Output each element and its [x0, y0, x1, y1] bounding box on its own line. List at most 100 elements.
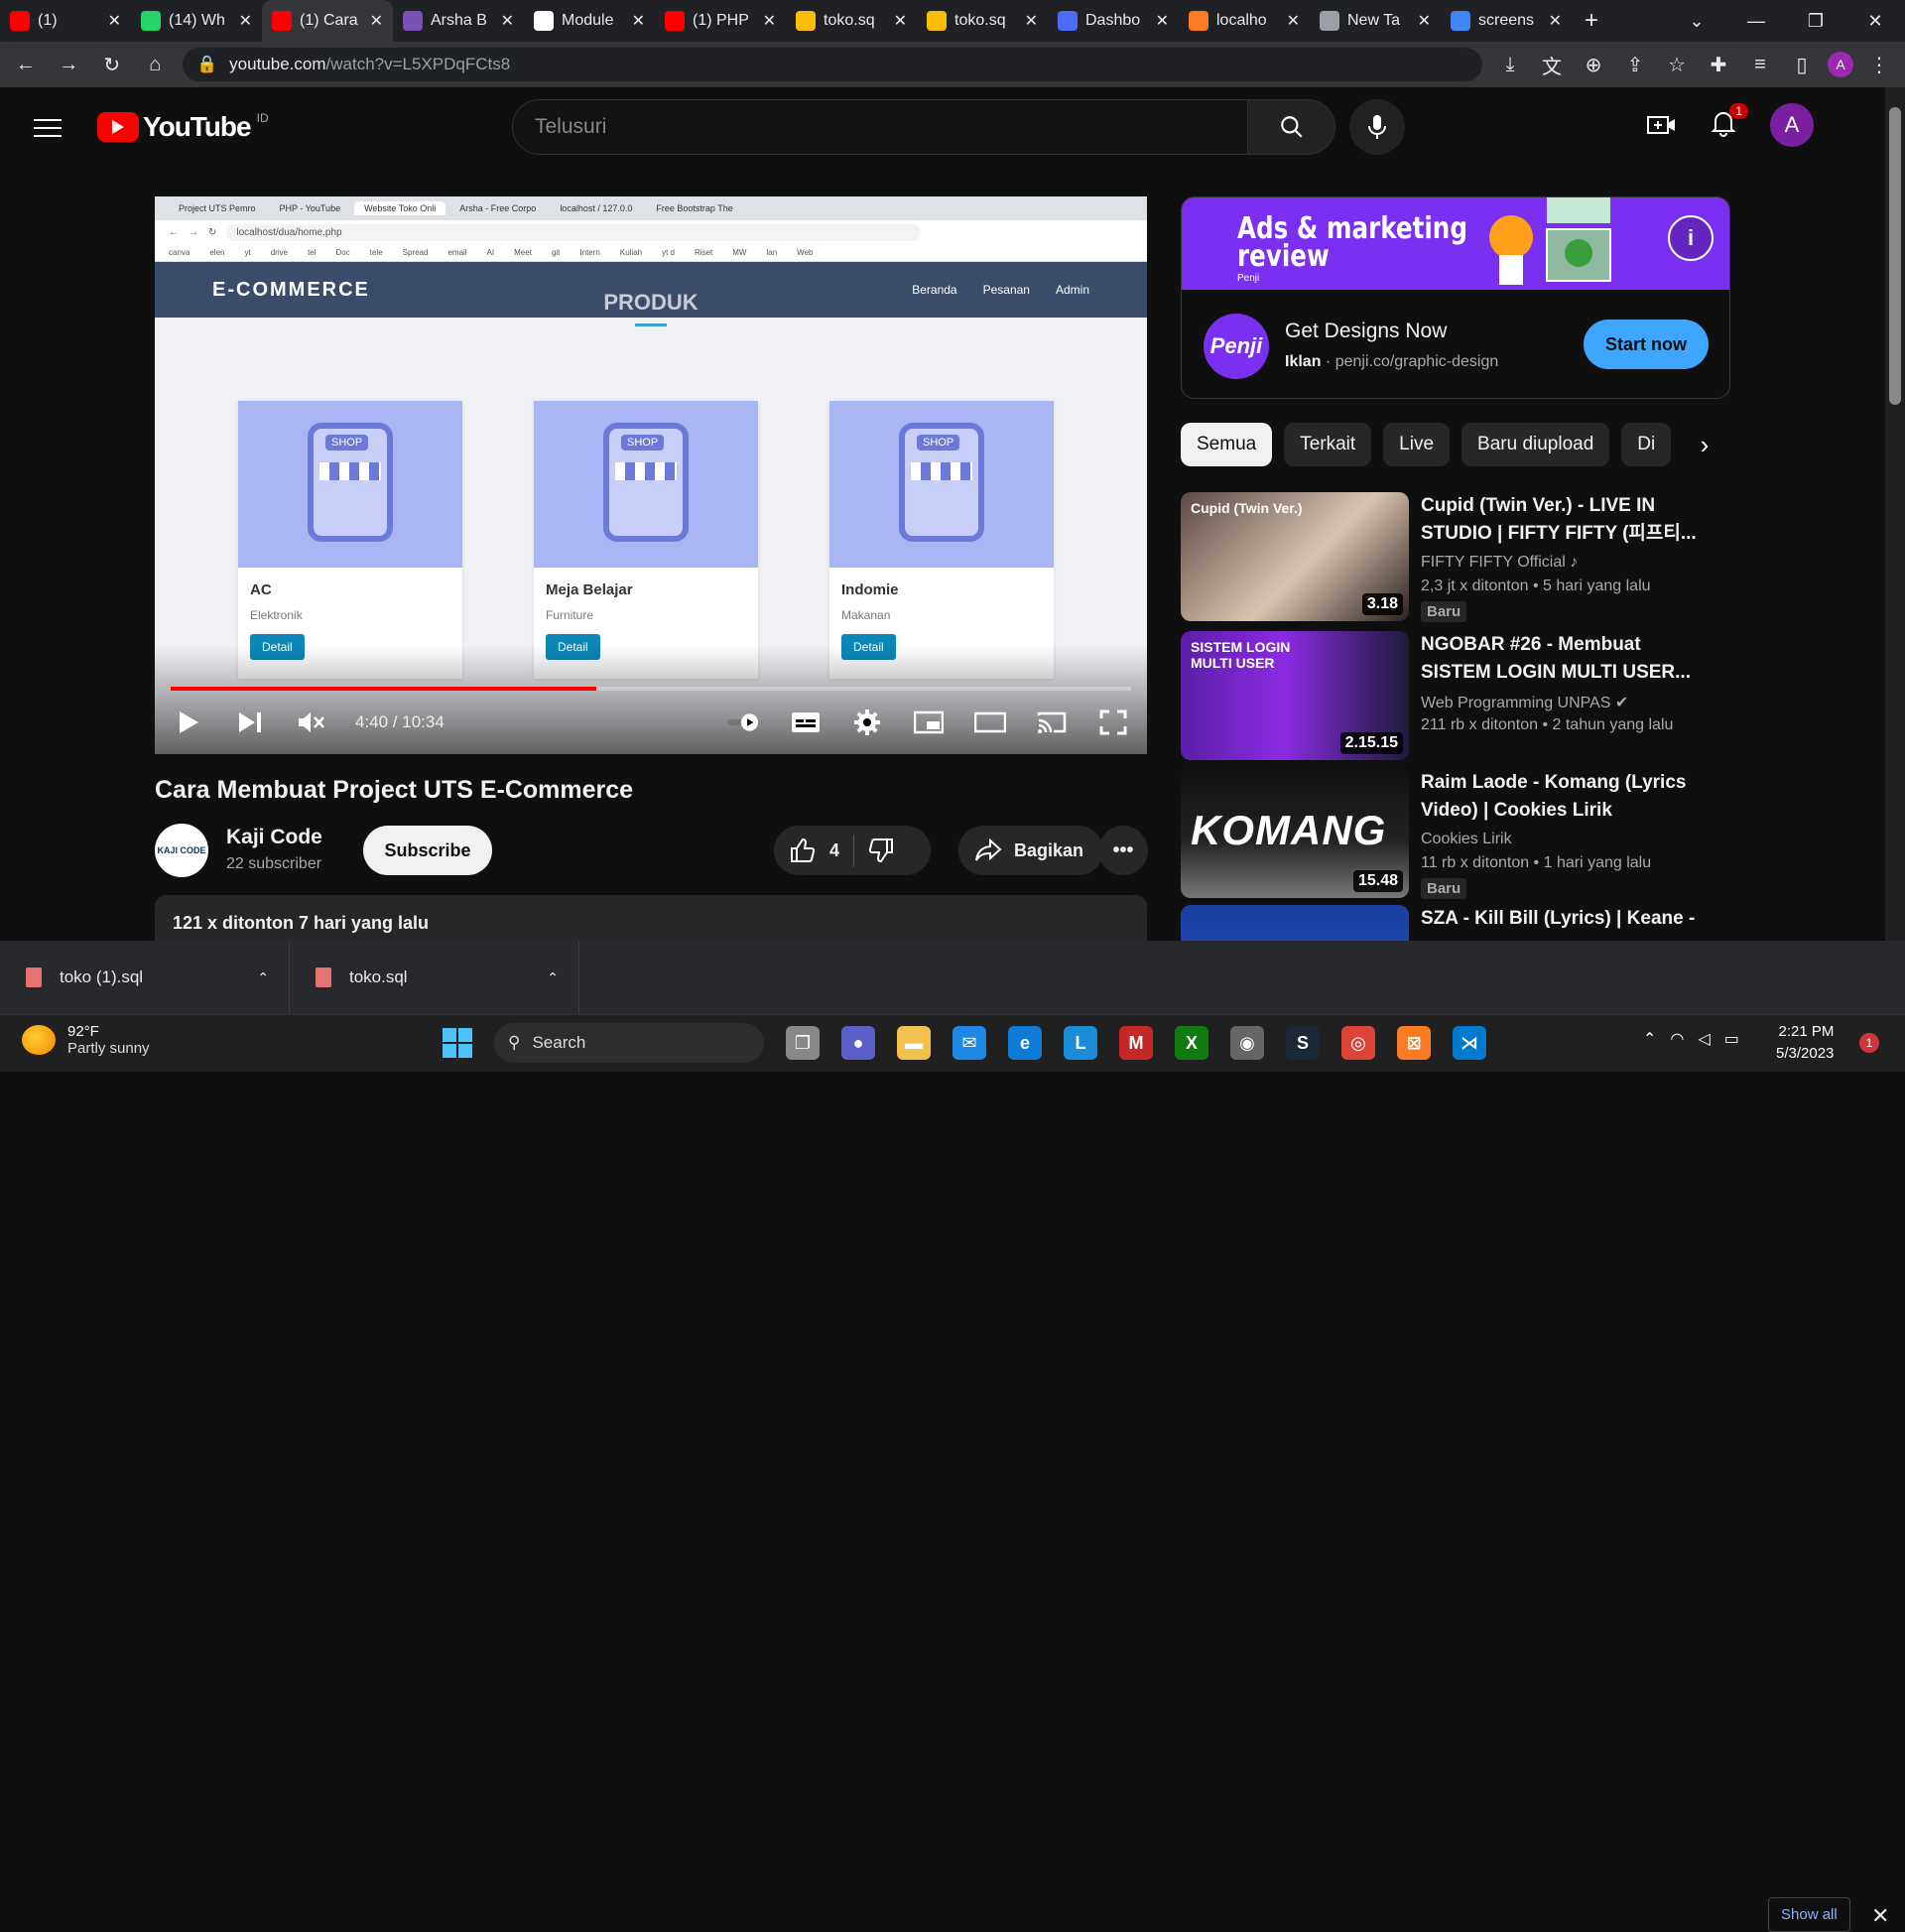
battery-icon[interactable]: ▭ [1724, 1029, 1739, 1049]
download-item[interactable]: toko.sql ⌃ [290, 941, 579, 1014]
fullscreen-button[interactable] [1095, 705, 1131, 740]
close-tab-icon[interactable]: ✕ [370, 11, 383, 31]
media-icon[interactable]: ≡ [1744, 49, 1776, 80]
browser-tab[interactable]: localho ✕ [1179, 0, 1310, 42]
autoplay-toggle[interactable] [726, 705, 762, 740]
wifi-icon[interactable]: ◠ [1670, 1029, 1684, 1049]
reload-icon[interactable]: ↻ [96, 49, 128, 80]
ad-cta-button[interactable]: Start now [1584, 320, 1709, 369]
close-tab-icon[interactable]: ✕ [632, 11, 645, 31]
miniplayer-button[interactable] [911, 705, 947, 740]
channel-name[interactable]: Kaji Code [226, 826, 322, 849]
chevron-up-icon[interactable]: ⌃ [1643, 1029, 1656, 1049]
vscode-icon[interactable]: ⋊ [1453, 1026, 1486, 1060]
scrollbar-thumb[interactable] [1889, 107, 1901, 405]
more-actions-button[interactable]: ••• [1098, 826, 1148, 875]
browser-tab[interactable]: (1) PHP ✕ [655, 0, 786, 42]
show-all-downloads-button[interactable]: Show all [1768, 1897, 1850, 1932]
file-explorer-icon[interactable]: ▬ [897, 1026, 931, 1060]
restore-button[interactable]: ❐ [1786, 11, 1845, 32]
notification-center-badge[interactable]: 1 [1859, 1033, 1879, 1053]
settings-button[interactable] [849, 705, 885, 740]
bookmark-star-icon[interactable]: ☆ [1661, 49, 1693, 80]
share-icon[interactable]: ⇪ [1619, 49, 1651, 80]
mute-button[interactable] [294, 705, 329, 740]
close-tab-icon[interactable]: ✕ [763, 11, 776, 31]
search-input[interactable]: Telusuri [512, 99, 1248, 155]
browser-tab[interactable]: toko.sq ✕ [786, 0, 917, 42]
video-title[interactable]: NGOBAR #26 - Membuat SISTEM LOGIN MULTI … [1421, 631, 1709, 687]
close-tab-icon[interactable]: ✕ [1156, 11, 1169, 31]
task-view-icon[interactable]: ❐ [786, 1026, 820, 1060]
next-button[interactable] [232, 705, 268, 740]
recommended-video[interactable]: Cupid (Twin Ver.) 3.18 Cupid (Twin Ver.) -… [1181, 492, 1730, 623]
search-button[interactable] [1248, 99, 1335, 155]
dislike-icon[interactable] [868, 837, 894, 863]
taskbar-search[interactable]: ⚲ Search [494, 1023, 764, 1063]
translate-icon[interactable]: 文 [1536, 49, 1568, 80]
browser-tab[interactable]: Module ✕ [524, 0, 655, 42]
zoom-icon[interactable]: ⊕ [1578, 49, 1609, 80]
voice-search-button[interactable] [1349, 99, 1405, 155]
chevron-right-icon[interactable]: › [1687, 427, 1722, 462]
xampp-icon[interactable]: ⊠ [1397, 1026, 1431, 1060]
theater-mode-button[interactable] [972, 705, 1008, 740]
weather-widget[interactable]: 92°F Partly sunny [22, 1023, 150, 1057]
profile-avatar[interactable]: A [1828, 52, 1853, 77]
mail-icon[interactable]: ✉ [952, 1026, 986, 1060]
browser-tab[interactable]: New Ta ✕ [1310, 0, 1441, 42]
windows-start-icon[interactable] [443, 1028, 472, 1058]
browser-tab[interactable]: (1) ✕ [0, 0, 131, 42]
tab-search-icon[interactable]: ⌄ [1667, 11, 1726, 32]
install-icon[interactable]: ⤓ [1494, 49, 1526, 80]
mcafee-icon[interactable]: M [1119, 1026, 1153, 1060]
chevron-up-icon[interactable]: ⌃ [547, 969, 559, 986]
close-tab-icon[interactable]: ✕ [894, 11, 907, 31]
ad-banner[interactable]: Ads & marketing review Penji i [1182, 197, 1729, 290]
menu-icon[interactable] [34, 113, 62, 143]
filter-chip[interactable]: Di [1621, 423, 1672, 466]
filter-chip[interactable]: Live [1383, 423, 1451, 466]
create-video-icon[interactable] [1647, 113, 1677, 137]
menu-dots-icon[interactable]: ⋮ [1863, 49, 1895, 80]
progress-bar[interactable] [171, 687, 1131, 691]
close-tab-icon[interactable]: ✕ [1418, 11, 1431, 31]
browser-tab[interactable]: (1) Cara ✕ [262, 0, 393, 42]
video-title[interactable]: Raim Laode - Komang (Lyrics Video) | Coo… [1421, 769, 1709, 825]
channel-name[interactable]: FIFTY FIFTY Official ♪ [1421, 554, 1578, 572]
browser-tab[interactable]: (14) Wh ✕ [131, 0, 262, 42]
youtube-logo[interactable]: YouTube ID [97, 111, 269, 143]
video-thumbnail[interactable]: Cupid (Twin Ver.) 3.18 [1181, 492, 1409, 621]
chevron-up-icon[interactable]: ⌃ [257, 969, 269, 986]
teams-chat-icon[interactable]: ● [841, 1026, 875, 1060]
new-tab-button[interactable]: + [1572, 7, 1611, 35]
subscribe-button[interactable]: Subscribe [363, 826, 492, 875]
filter-chip[interactable]: Terkait [1284, 423, 1372, 466]
channel-avatar[interactable]: KAJI CODE [155, 824, 208, 877]
xbox-icon[interactable]: X [1175, 1026, 1208, 1060]
recommended-video[interactable]: SISTEM LOGIN MULTI USER 2.15.15 NGOBAR #26… [1181, 631, 1730, 762]
recommended-video[interactable]: KOMANG 15.48 Raim Laode - Komang (Lyrics V… [1181, 769, 1730, 900]
edge-icon[interactable]: e [1008, 1026, 1042, 1060]
close-window-button[interactable]: ✕ [1845, 11, 1905, 32]
cast-button[interactable] [1034, 705, 1070, 740]
notifications-button[interactable]: 1 [1711, 102, 1748, 142]
account-avatar[interactable]: A [1770, 103, 1814, 147]
close-tab-icon[interactable]: ✕ [108, 11, 121, 31]
close-tab-icon[interactable]: ✕ [1549, 11, 1562, 31]
speaker-icon[interactable]: ◁ [1698, 1029, 1710, 1049]
browser-tab[interactable]: Dashbo ✕ [1048, 0, 1179, 42]
launcher-l-icon[interactable]: L [1064, 1026, 1097, 1060]
clock[interactable]: 2:21 PM 5/3/2023 [1776, 1021, 1834, 1065]
ad-card[interactable]: Ads & marketing review Penji i Penji Get … [1181, 196, 1730, 399]
close-download-shelf-icon[interactable]: ✕ [1871, 1903, 1889, 1929]
camera-icon[interactable]: ◉ [1230, 1026, 1264, 1060]
address-bar[interactable]: 🔒 youtube.com/watch?v=L5XPDqFCts8 [183, 48, 1482, 81]
filter-chip[interactable]: Baru diupload [1461, 423, 1610, 466]
chrome-icon[interactable]: ◎ [1341, 1026, 1375, 1060]
close-tab-icon[interactable]: ✕ [239, 11, 252, 31]
home-icon[interactable]: ⌂ [140, 49, 172, 80]
browser-tab[interactable]: toko.sq ✕ [917, 0, 1048, 42]
ad-title[interactable]: Get Designs Now [1285, 320, 1447, 343]
video-player[interactable]: Project UTS Pemro PHP - YouTube Website To… [155, 196, 1147, 754]
